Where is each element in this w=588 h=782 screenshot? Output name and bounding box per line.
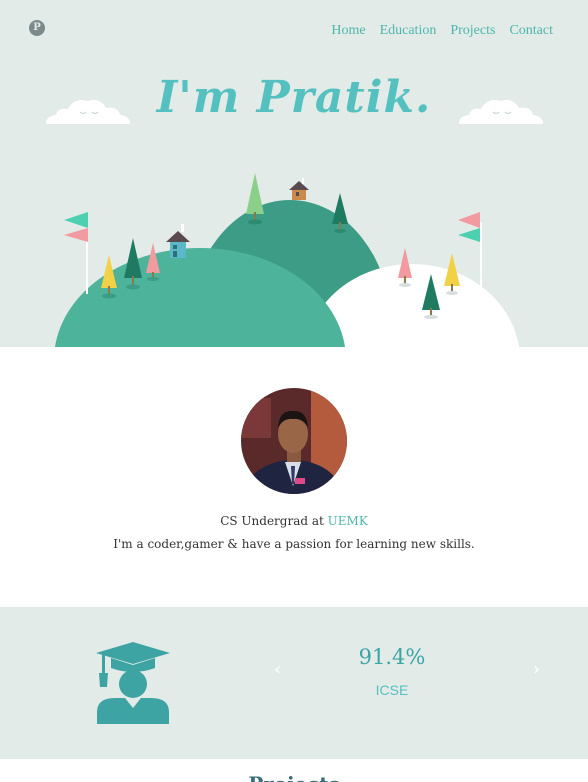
about-role: CS Undergrad at UEMK <box>0 514 588 528</box>
profile-avatar <box>241 388 347 494</box>
education-score: 91.4% <box>358 645 426 669</box>
education-board: ICSE <box>375 682 409 698</box>
projects-title: Projects <box>0 772 588 782</box>
nav-home-link[interactable]: Home <box>331 23 365 39</box>
education-section: ‹ 91.4% ICSE › <box>0 607 588 759</box>
about-bio: I'm a coder,gamer & have a passion for l… <box>113 537 475 551</box>
hero-section: P Home Education Projects Contact I'm Pr… <box>0 0 588 347</box>
previous-arrow-button[interactable]: ‹ <box>274 659 281 680</box>
nav-projects-link[interactable]: Projects <box>450 23 495 39</box>
hills-scenery <box>55 173 519 347</box>
main-nav: Home Education Projects Contact <box>331 23 553 39</box>
site-logo[interactable]: P <box>29 20 45 36</box>
next-arrow-button[interactable]: › <box>533 659 540 680</box>
projects-section: Projects <box>0 759 588 782</box>
hero-title: I'm Pratik. <box>156 72 432 123</box>
nav-contact-link[interactable]: Contact <box>509 23 553 39</box>
school-link[interactable]: UEMK <box>328 514 368 528</box>
about-role-prefix: CS Undergrad at <box>220 514 328 528</box>
graduate-icon <box>96 642 170 724</box>
nav-education-link[interactable]: Education <box>380 23 437 39</box>
about-section: CS Undergrad at UEMK I'm a coder,gamer &… <box>0 347 588 607</box>
